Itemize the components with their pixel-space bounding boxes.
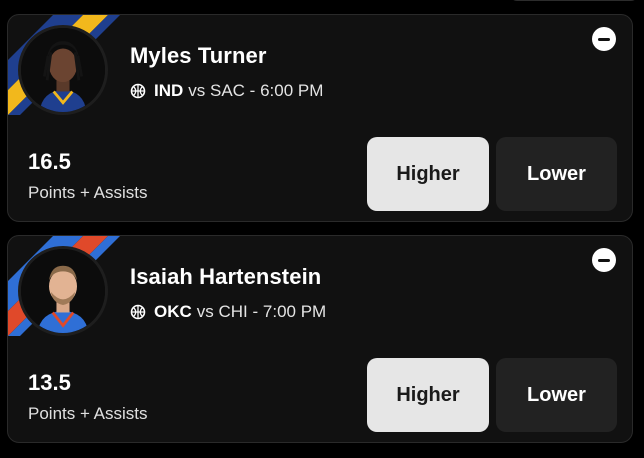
stat-type: Points + Assists xyxy=(28,404,148,423)
team-abbr: IND xyxy=(154,81,184,100)
lower-button[interactable]: Lower xyxy=(496,137,617,211)
basketball-icon xyxy=(130,304,146,320)
minus-icon xyxy=(598,37,610,41)
higher-button[interactable]: Higher xyxy=(367,358,489,432)
pick-card: Isaiah Hartenstein OKC vs CHI - 7:00 PM … xyxy=(7,235,633,443)
basketball-icon xyxy=(130,83,146,99)
matchup-info: IND vs SAC - 6:00 PM xyxy=(130,81,323,101)
projection-line: 16.5 xyxy=(28,149,71,174)
matchup-info: OKC vs CHI - 7:00 PM xyxy=(130,302,326,322)
remove-pick-button[interactable] xyxy=(592,27,616,51)
higher-button[interactable]: Higher xyxy=(367,137,489,211)
game-info: vs CHI - 7:00 PM xyxy=(196,302,327,321)
player-name: Myles Turner xyxy=(130,43,267,68)
player-avatar xyxy=(18,246,108,336)
team-abbr: OKC xyxy=(154,302,192,321)
previous-card-edge xyxy=(510,0,638,1)
lower-button[interactable]: Lower xyxy=(496,358,617,432)
game-info: vs SAC - 6:00 PM xyxy=(188,81,324,100)
stat-type: Points + Assists xyxy=(28,183,148,202)
projection-line: 13.5 xyxy=(28,370,71,395)
minus-icon xyxy=(598,258,610,262)
pick-card: Myles Turner IND vs SAC - 6:00 PM 16.5 P… xyxy=(7,14,633,222)
remove-pick-button[interactable] xyxy=(592,248,616,272)
player-name: Isaiah Hartenstein xyxy=(130,264,322,289)
player-avatar xyxy=(18,25,108,115)
